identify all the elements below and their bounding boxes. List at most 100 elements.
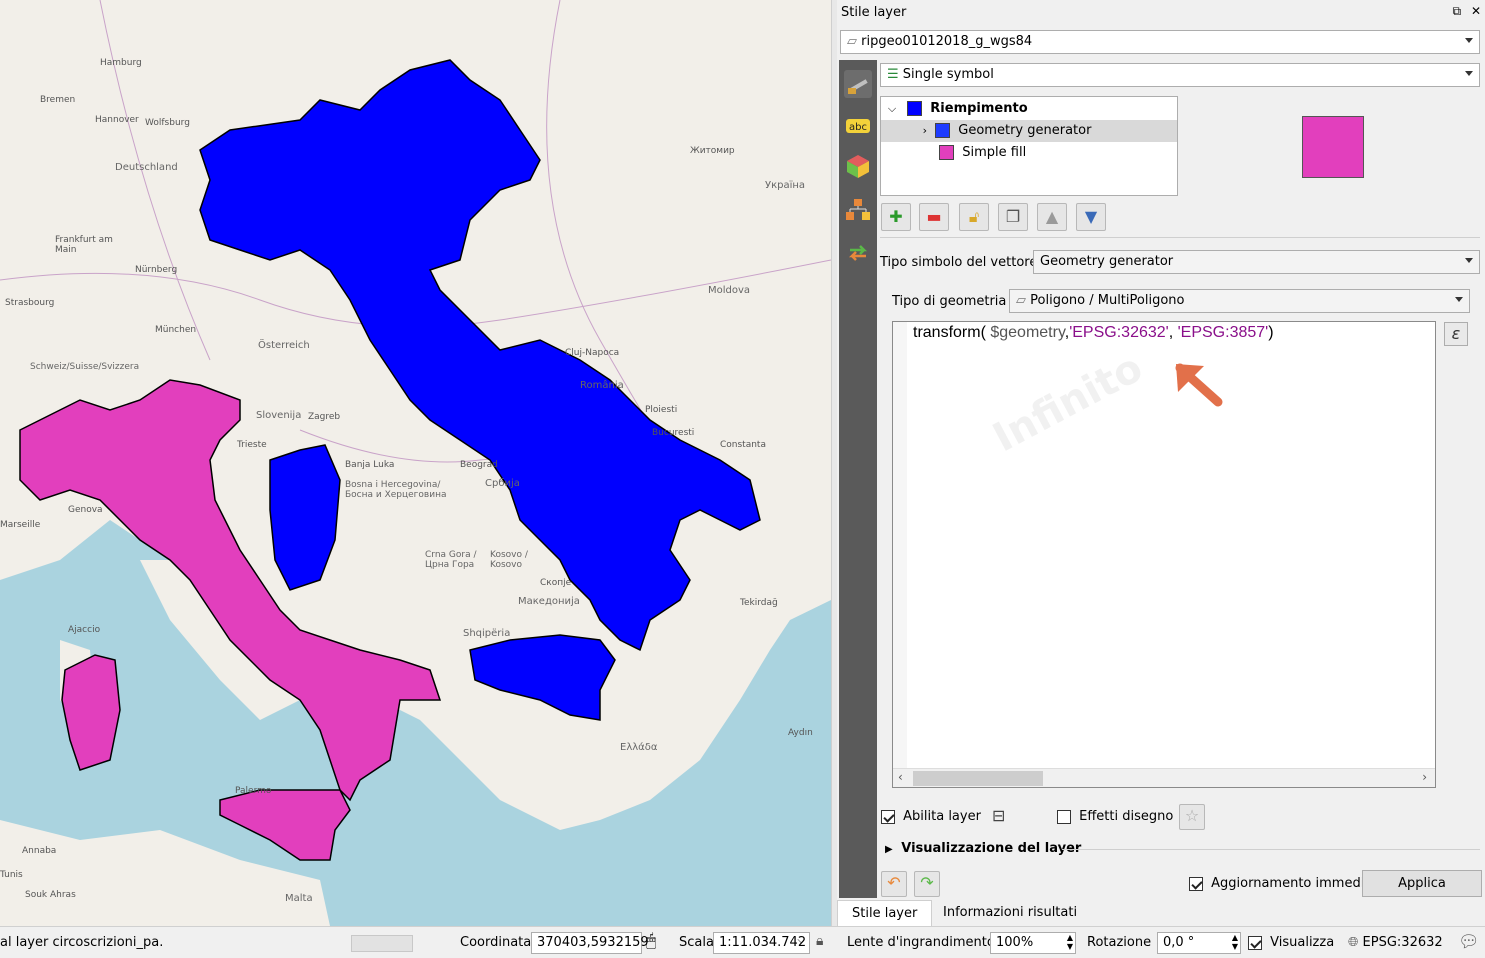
data-defined-icon[interactable]: ⊟ — [992, 806, 1005, 825]
lock-icon[interactable]: 🔒︎ — [816, 933, 823, 949]
messages-icon[interactable]: 💬︎ — [1458, 932, 1480, 952]
move-down-button[interactable]: ▼ — [1076, 203, 1106, 231]
map-label: Bremen — [40, 95, 76, 105]
chevron-down-icon — [1465, 71, 1473, 76]
enable-layer-checkbox[interactable]: Abilita layer — [881, 809, 981, 824]
map-label: Österreich — [258, 340, 310, 351]
add-symbol-layer-button[interactable]: ✚ — [881, 203, 911, 231]
draw-effects-label: Effetti disegno — [1079, 809, 1174, 824]
map-label: Beograd — [460, 460, 498, 470]
star-icon[interactable]: ☆ — [1179, 804, 1205, 830]
dock-title-text: Stile layer — [841, 5, 907, 20]
scrollbar-thumb[interactable] — [913, 771, 1043, 786]
map-label: Zagreb — [308, 412, 341, 422]
geometry-generator-swatch — [935, 123, 951, 138]
geometry-type-select[interactable]: ▱ Poligono / MultiPoligono — [1009, 289, 1470, 313]
layer-select[interactable]: ▱ ripgeo01012018_g_wgs84 — [840, 30, 1480, 54]
map-label: Schweiz/Suisse/Svizzera — [30, 362, 140, 372]
chevron-right-icon: ▶ — [885, 844, 893, 855]
scale-combo[interactable]: 1:11.034.742 ⌵ — [713, 932, 810, 954]
render-checkbox[interactable]: Visualizza — [1248, 935, 1334, 950]
history-icon[interactable] — [844, 238, 872, 266]
3d-view-icon[interactable] — [844, 152, 872, 180]
status-bar: al layer circoscrizioni_pa. Coordinata 3… — [0, 926, 1485, 958]
spin-arrows-icon[interactable]: ▲ ▼ — [1067, 933, 1073, 951]
lock-icon[interactable]: 🔓︎ — [959, 203, 989, 231]
fill-swatch — [907, 101, 923, 116]
draw-effects-checkbox[interactable]: Effetti disegno — [1057, 809, 1173, 824]
chevron-down-icon — [1455, 297, 1463, 302]
checkbox[interactable] — [1248, 935, 1262, 950]
map-label: Banja Luka — [345, 460, 395, 470]
checkbox[interactable] — [881, 809, 895, 824]
geometry-type-value: Poligono / MultiPoligono — [1030, 293, 1185, 308]
map-label: Shqipëria — [463, 628, 511, 639]
simple-fill-swatch — [939, 145, 955, 160]
layer-rendering-section[interactable]: ▶ Visualizzazione del layer — [885, 841, 1081, 856]
horizontal-scrollbar[interactable]: ‹ › — [893, 768, 1435, 787]
map-label: Македонија — [518, 596, 580, 607]
map-label: Скопје — [540, 578, 572, 588]
remove-symbol-layer-button[interactable]: ▬ — [919, 203, 949, 231]
duplicate-icon[interactable]: ❐ — [998, 203, 1028, 231]
pink-sardinia-polygon — [61, 654, 121, 771]
expr-string: 'EPSG:3857' — [1177, 324, 1269, 341]
map-label: Србија — [485, 478, 520, 489]
progress-bar — [351, 935, 413, 952]
apply-button[interactable]: Applica — [1362, 870, 1482, 897]
redo-icon[interactable]: ↷ — [914, 871, 940, 897]
map-label: Crna Gora / Црна Гора — [425, 550, 477, 570]
mouse-icon[interactable]: 🖱︎ — [646, 931, 656, 951]
layer-style-dock: Stile layer ⧉ ✕ ▱ ripgeo01012018_g_wgs84… — [837, 0, 1485, 926]
chevron-right-icon[interactable]: › — [881, 124, 931, 137]
svg-text:abc: abc — [849, 122, 867, 133]
expression-code: transform( $geometry,'EPSG:32632', 'EPSG… — [913, 324, 1274, 342]
tree-item-label: Geometry generator — [958, 123, 1092, 138]
undo-icon[interactable]: ↶ — [881, 871, 907, 897]
qgis-window: Hamburg Bremen Hannover Wolfsburg Deutsc… — [0, 0, 1485, 958]
close-icon[interactable]: ✕ — [1471, 4, 1481, 18]
map-canvas[interactable]: Hamburg Bremen Hannover Wolfsburg Deutsc… — [0, 0, 831, 926]
expr-sep: , — [1168, 324, 1178, 341]
float-icon[interactable]: ⧉ — [1453, 4, 1462, 18]
live-update-checkbox[interactable]: Aggiornamento immediato — [1189, 876, 1385, 891]
symbol-type-select[interactable]: Geometry generator — [1033, 250, 1480, 274]
map-label: Ελλάδα — [620, 742, 658, 753]
symbol-preview — [1302, 116, 1364, 178]
rotation-spinbox[interactable]: 0,0 ° ▲ ▼ — [1157, 932, 1241, 954]
divider — [880, 237, 1480, 238]
chevron-left-icon[interactable]: ‹ — [898, 770, 903, 784]
tree-item-geometry-generator[interactable]: › Geometry generator — [881, 120, 1177, 142]
move-up-button[interactable]: ▲ — [1037, 203, 1067, 231]
renderer-select[interactable]: ☰ Single symbol — [880, 63, 1480, 87]
tab-layer-style[interactable]: Stile layer — [837, 900, 933, 926]
map-label: Frankfurt am Main — [55, 235, 113, 255]
expression-editor[interactable]: transform( $geometry,'EPSG:32632', 'EPSG… — [892, 321, 1436, 788]
map-label: Ajaccio — [68, 625, 101, 635]
diagrams-icon[interactable] — [844, 196, 872, 224]
paintbrush-icon[interactable] — [844, 70, 872, 98]
map-label: Hannover — [95, 115, 139, 125]
crs-button[interactable]: 🌐︎ EPSG:32632 — [1348, 935, 1443, 950]
chevron-down-icon — [1465, 38, 1473, 43]
tree-item-simple-fill[interactable]: Simple fill — [881, 142, 1177, 164]
chevron-right-icon[interactable]: › — [1422, 770, 1427, 784]
symbol-type-value: Geometry generator — [1040, 254, 1174, 269]
checkbox[interactable] — [1189, 876, 1203, 891]
map-label: Kosovo / Kosovo — [490, 550, 528, 570]
map-label: Bosna i Hercegovina/ Босна и Херцеговина — [345, 480, 447, 500]
checkbox[interactable] — [1057, 809, 1071, 824]
tab-identify-results[interactable]: Informazioni risultati — [929, 900, 1091, 926]
chevron-down-icon[interactable]: ⌵ — [881, 102, 903, 116]
coordinate-label: Coordinata — [460, 935, 532, 950]
tree-item-root[interactable]: ⌵ Riempimento — [881, 98, 1177, 120]
layer-select-value: ripgeo01012018_g_wgs84 — [861, 34, 1033, 49]
magnifier-spinbox[interactable]: 100% ▲ ▼ — [990, 932, 1076, 954]
spin-arrows-icon[interactable]: ▲ ▼ — [1232, 933, 1238, 951]
expression-builder-button[interactable]: ε — [1444, 322, 1468, 346]
map-label: Україна — [765, 180, 806, 191]
rotation-label: Rotazione — [1087, 935, 1152, 950]
coordinate-field[interactable]: 370403,5932159 — [531, 932, 649, 954]
map-label: Malta — [285, 893, 313, 904]
labels-icon[interactable]: abc — [844, 112, 872, 140]
